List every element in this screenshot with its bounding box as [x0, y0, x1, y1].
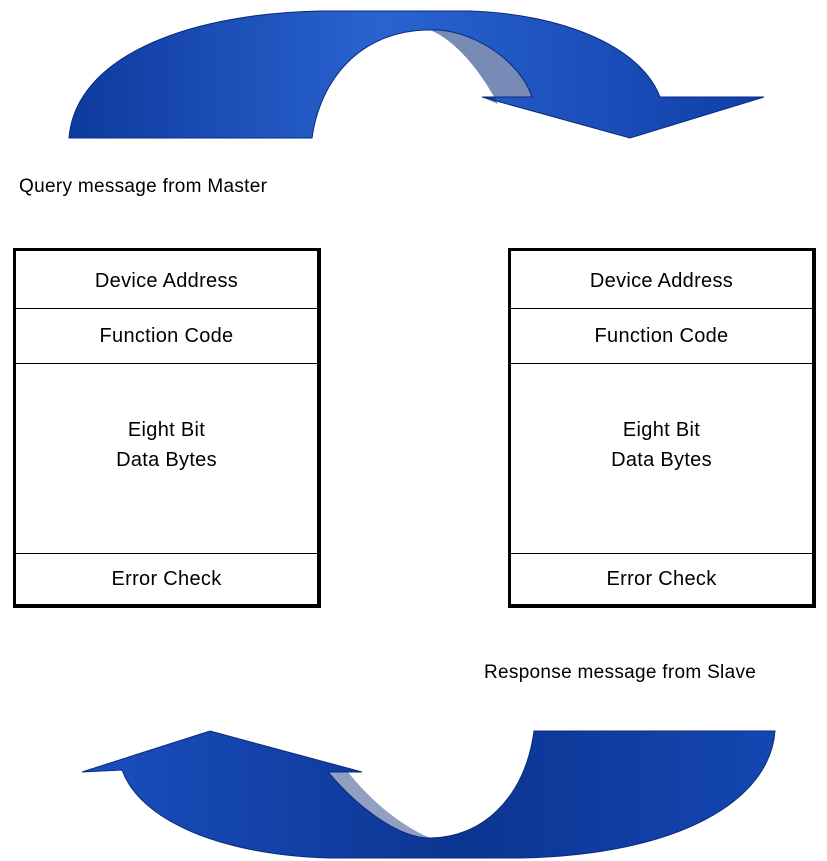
query-device-address-field: Device Address	[16, 251, 317, 309]
query-function-code-field: Function Code	[16, 309, 317, 364]
response-message-frame: Device Address Function Code Eight Bit D…	[508, 248, 816, 608]
response-device-address-field: Device Address	[511, 251, 812, 309]
curved-arrow-left-icon	[81, 730, 776, 859]
query-message-frame: Device Address Function Code Eight Bit D…	[13, 248, 321, 608]
curved-arrow-right-icon	[68, 10, 765, 139]
response-function-code-field: Function Code	[511, 309, 812, 364]
response-data-bytes-field: Eight Bit Data Bytes	[511, 364, 812, 554]
query-error-check-field: Error Check	[111, 567, 222, 590]
query-data-bytes-field: Eight Bit Data Bytes	[16, 364, 317, 554]
response-caption: Response message from Slave	[484, 662, 757, 683]
response-error-check-field: Error Check	[606, 567, 717, 590]
query-caption: Query message from Master	[19, 176, 268, 197]
